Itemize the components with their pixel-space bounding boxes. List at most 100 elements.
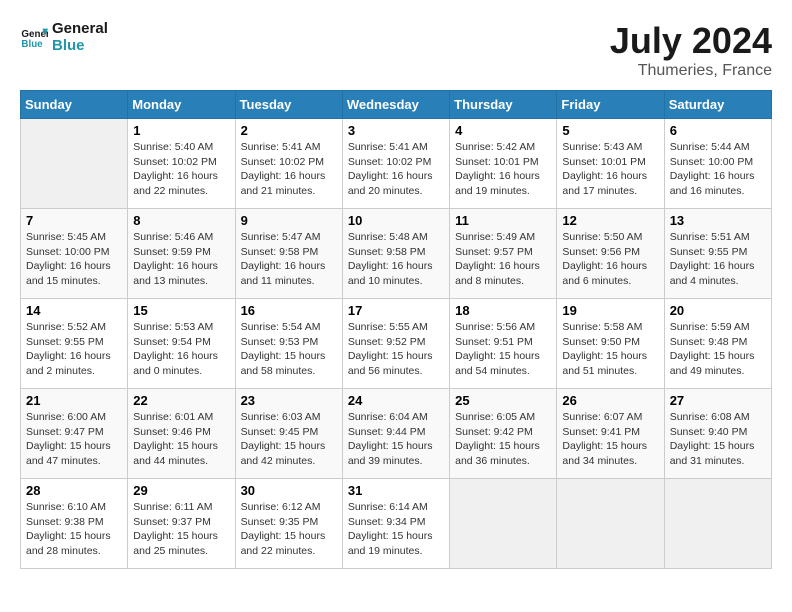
calendar-week-row: 14Sunrise: 5:52 AM Sunset: 9:55 PM Dayli… (21, 299, 772, 389)
day-info: Sunrise: 6:11 AM Sunset: 9:37 PM Dayligh… (133, 500, 229, 559)
day-number: 9 (241, 213, 337, 228)
day-number: 26 (562, 393, 658, 408)
day-number: 28 (26, 483, 122, 498)
day-info: Sunrise: 6:05 AM Sunset: 9:42 PM Dayligh… (455, 410, 551, 469)
calendar-cell: 3Sunrise: 5:41 AM Sunset: 10:02 PM Dayli… (342, 119, 449, 209)
days-of-week-row: SundayMondayTuesdayWednesdayThursdayFrid… (21, 91, 772, 119)
day-number: 15 (133, 303, 229, 318)
calendar-cell: 7 Sunrise: 5:45 AM Sunset: 10:00 PM Dayli… (21, 209, 128, 299)
calendar-cell: 18Sunrise: 5:56 AM Sunset: 9:51 PM Dayli… (450, 299, 557, 389)
day-info: Sunrise: 5:52 AM Sunset: 9:55 PM Dayligh… (26, 320, 122, 379)
day-number: 7 (26, 213, 122, 228)
day-info: Sunrise: 5:50 AM Sunset: 9:56 PM Dayligh… (562, 230, 658, 289)
day-number: 16 (241, 303, 337, 318)
calendar-cell: 4 Sunrise: 5:42 AM Sunset: 10:01 PM Dayli… (450, 119, 557, 209)
calendar-cell (450, 479, 557, 569)
day-number: 31 (348, 483, 444, 498)
day-number: 19 (562, 303, 658, 318)
calendar-cell: 31Sunrise: 6:14 AM Sunset: 9:34 PM Dayli… (342, 479, 449, 569)
dow-header: Monday (128, 91, 235, 119)
logo-icon: General Blue (20, 23, 48, 51)
calendar-week-row: 21 Sunrise: 6:00 AM Sunset: 9:47 PM Dayli… (21, 389, 772, 479)
day-number: 12 (562, 213, 658, 228)
day-number: 6 (670, 123, 766, 138)
day-number: 20 (670, 303, 766, 318)
calendar-cell (664, 479, 771, 569)
day-info: Sunrise: 5:45 AM Sunset: 10:00 PM Daylig… (26, 230, 122, 289)
day-info: Sunrise: 5:54 AM Sunset: 9:53 PM Dayligh… (241, 320, 337, 379)
title-block: July 2024 Thumeries, France (610, 20, 772, 80)
calendar-body: 1Sunrise: 5:40 AM Sunset: 10:02 PM Dayli… (21, 119, 772, 569)
day-number: 22 (133, 393, 229, 408)
calendar-cell: 8 Sunrise: 5:46 AM Sunset: 9:59 PM Daylig… (128, 209, 235, 299)
day-info: Sunrise: 5:44 AM Sunset: 10:00 PM Daylig… (670, 140, 766, 199)
day-number: 1 (133, 123, 229, 138)
day-info: Sunrise: 5:46 AM Sunset: 9:59 PM Dayligh… (133, 230, 229, 289)
calendar-cell: 15Sunrise: 5:53 AM Sunset: 9:54 PM Dayli… (128, 299, 235, 389)
day-number: 10 (348, 213, 444, 228)
calendar-cell: 5Sunrise: 5:43 AM Sunset: 10:01 PM Dayli… (557, 119, 664, 209)
day-info: Sunrise: 5:49 AM Sunset: 9:57 PM Dayligh… (455, 230, 551, 289)
calendar-cell: 2 Sunrise: 5:41 AM Sunset: 10:02 PM Dayli… (235, 119, 342, 209)
calendar-cell: 23 Sunrise: 6:03 AM Sunset: 9:45 PM Dayli… (235, 389, 342, 479)
calendar-cell: 13Sunrise: 5:51 AM Sunset: 9:55 PM Dayli… (664, 209, 771, 299)
calendar-cell: 1Sunrise: 5:40 AM Sunset: 10:02 PM Dayli… (128, 119, 235, 209)
calendar-table: SundayMondayTuesdayWednesdayThursdayFrid… (20, 90, 772, 569)
calendar-cell: 30 Sunrise: 6:12 AM Sunset: 9:35 PM Dayli… (235, 479, 342, 569)
day-info: Sunrise: 5:48 AM Sunset: 9:58 PM Dayligh… (348, 230, 444, 289)
day-number: 30 (241, 483, 337, 498)
day-number: 27 (670, 393, 766, 408)
day-number: 5 (562, 123, 658, 138)
day-info: Sunrise: 5:58 AM Sunset: 9:50 PM Dayligh… (562, 320, 658, 379)
calendar-cell: 6 Sunrise: 5:44 AM Sunset: 10:00 PM Dayli… (664, 119, 771, 209)
dow-header: Saturday (664, 91, 771, 119)
calendar-cell: 26Sunrise: 6:07 AM Sunset: 9:41 PM Dayli… (557, 389, 664, 479)
dow-header: Sunday (21, 91, 128, 119)
day-number: 3 (348, 123, 444, 138)
location-title: Thumeries, France (610, 62, 772, 80)
calendar-cell: 12 Sunrise: 5:50 AM Sunset: 9:56 PM Dayli… (557, 209, 664, 299)
calendar-cell: 11Sunrise: 5:49 AM Sunset: 9:57 PM Dayli… (450, 209, 557, 299)
day-info: Sunrise: 5:55 AM Sunset: 9:52 PM Dayligh… (348, 320, 444, 379)
day-number: 4 (455, 123, 551, 138)
day-number: 2 (241, 123, 337, 138)
dow-header: Friday (557, 91, 664, 119)
dow-header: Tuesday (235, 91, 342, 119)
day-number: 23 (241, 393, 337, 408)
calendar-week-row: 1Sunrise: 5:40 AM Sunset: 10:02 PM Dayli… (21, 119, 772, 209)
calendar-cell: 10 Sunrise: 5:48 AM Sunset: 9:58 PM Dayli… (342, 209, 449, 299)
day-number: 25 (455, 393, 551, 408)
calendar-cell: 29Sunrise: 6:11 AM Sunset: 9:37 PM Dayli… (128, 479, 235, 569)
calendar-cell (21, 119, 128, 209)
svg-text:Blue: Blue (21, 39, 43, 50)
day-number: 21 (26, 393, 122, 408)
day-number: 17 (348, 303, 444, 318)
day-info: Sunrise: 6:08 AM Sunset: 9:40 PM Dayligh… (670, 410, 766, 469)
dow-header: Thursday (450, 91, 557, 119)
day-info: Sunrise: 6:00 AM Sunset: 9:47 PM Dayligh… (26, 410, 122, 469)
day-info: Sunrise: 6:04 AM Sunset: 9:44 PM Dayligh… (348, 410, 444, 469)
calendar-cell: 16 Sunrise: 5:54 AM Sunset: 9:53 PM Dayli… (235, 299, 342, 389)
day-info: Sunrise: 5:56 AM Sunset: 9:51 PM Dayligh… (455, 320, 551, 379)
page-header: General Blue General Blue July 2024 Thum… (20, 20, 772, 80)
day-info: Sunrise: 6:03 AM Sunset: 9:45 PM Dayligh… (241, 410, 337, 469)
day-info: Sunrise: 5:41 AM Sunset: 10:02 PM Daylig… (241, 140, 337, 199)
calendar-week-row: 7 Sunrise: 5:45 AM Sunset: 10:00 PM Dayli… (21, 209, 772, 299)
month-title: July 2024 (610, 20, 772, 62)
day-number: 8 (133, 213, 229, 228)
calendar-cell (557, 479, 664, 569)
day-info: Sunrise: 5:42 AM Sunset: 10:01 PM Daylig… (455, 140, 551, 199)
day-info: Sunrise: 6:12 AM Sunset: 9:35 PM Dayligh… (241, 500, 337, 559)
logo-blue: Blue (52, 37, 108, 54)
day-number: 24 (348, 393, 444, 408)
calendar-week-row: 28Sunrise: 6:10 AM Sunset: 9:38 PM Dayli… (21, 479, 772, 569)
calendar-cell: 24 Sunrise: 6:04 AM Sunset: 9:44 PM Dayli… (342, 389, 449, 479)
calendar-cell: 20 Sunrise: 5:59 AM Sunset: 9:48 PM Dayli… (664, 299, 771, 389)
calendar-cell: 14Sunrise: 5:52 AM Sunset: 9:55 PM Dayli… (21, 299, 128, 389)
calendar-cell: 27 Sunrise: 6:08 AM Sunset: 9:40 PM Dayli… (664, 389, 771, 479)
day-number: 13 (670, 213, 766, 228)
day-info: Sunrise: 5:59 AM Sunset: 9:48 PM Dayligh… (670, 320, 766, 379)
logo: General Blue General Blue (20, 20, 108, 54)
calendar-cell: 9Sunrise: 5:47 AM Sunset: 9:58 PM Daylig… (235, 209, 342, 299)
dow-header: Wednesday (342, 91, 449, 119)
